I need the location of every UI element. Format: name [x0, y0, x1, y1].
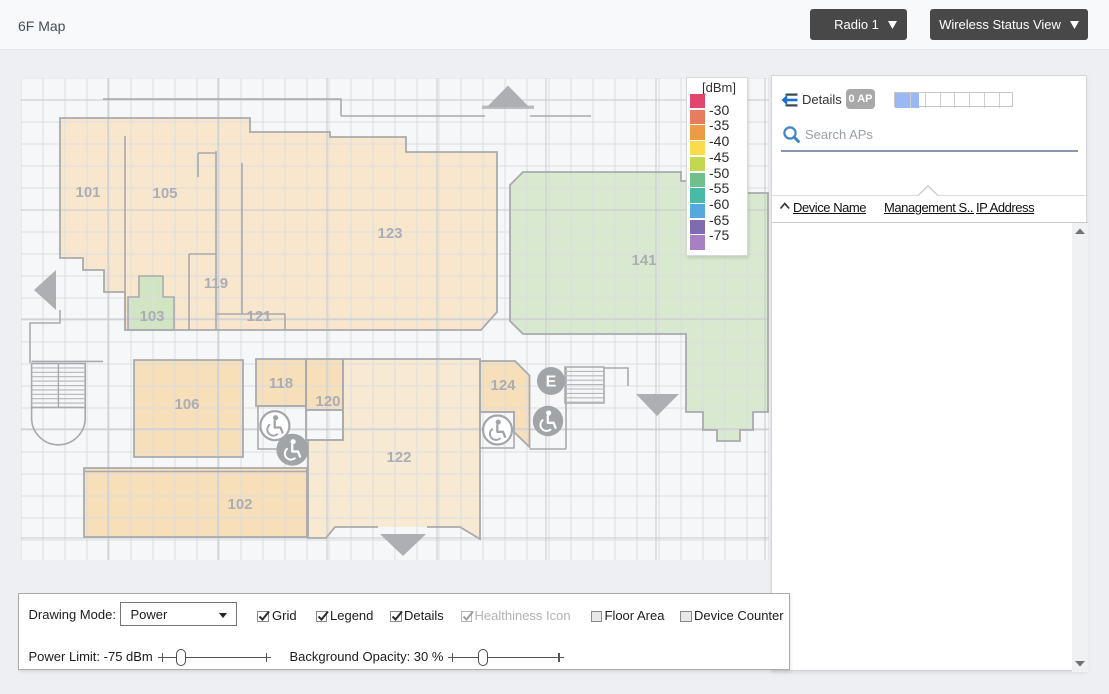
svg-text:105: 105 [152, 185, 177, 202]
svg-text:120: 120 [315, 393, 340, 410]
svg-text:124: 124 [490, 377, 516, 394]
svg-text:118: 118 [269, 375, 293, 392]
svg-text:101: 101 [75, 184, 100, 201]
svg-text:141: 141 [631, 252, 656, 269]
svg-text:123: 123 [377, 225, 402, 242]
svg-text:121: 121 [246, 308, 271, 325]
svg-text:102: 102 [227, 496, 252, 513]
svg-text:122: 122 [386, 449, 411, 466]
svg-text:106: 106 [174, 396, 199, 413]
svg-text:103: 103 [139, 308, 164, 325]
svg-text:119: 119 [204, 275, 228, 292]
svg-text:E: E [546, 374, 557, 391]
